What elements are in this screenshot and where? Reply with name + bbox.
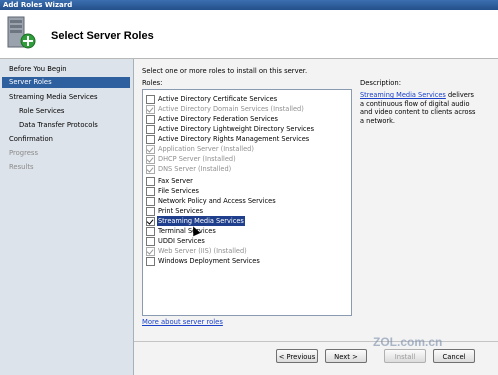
page-title: Select Server Roles: [51, 30, 154, 42]
description-link[interactable]: Streaming Media Services: [360, 91, 446, 99]
role-checkbox: [146, 105, 155, 114]
cancel-button[interactable]: Cancel: [433, 349, 475, 363]
role-checkbox[interactable]: [146, 95, 155, 104]
description-label: Description:: [360, 79, 402, 87]
roles-list[interactable]: Active Directory Certificate Services Ac…: [142, 89, 352, 316]
wizard-banner: Select Server Roles: [0, 10, 498, 59]
nav-item-streaming-media-services[interactable]: Streaming Media Services: [9, 92, 98, 103]
install-button: Install: [384, 349, 426, 363]
role-checkbox[interactable]: [146, 177, 155, 186]
role-checkbox[interactable]: [146, 217, 155, 226]
description-text: Streaming Media Services delivers a cont…: [360, 91, 480, 125]
wizard-nav: Before You Begin Server Roles Streaming …: [0, 59, 134, 375]
instruction-text: Select one or more roles to install on t…: [142, 67, 308, 75]
nav-item-confirmation[interactable]: Confirmation: [9, 134, 53, 145]
nav-item-results: Results: [9, 163, 34, 171]
nav-item-server-roles[interactable]: Server Roles: [2, 77, 130, 88]
watermark: ZOL.com.cn: [373, 335, 443, 349]
role-checkbox: [146, 165, 155, 174]
role-checkbox[interactable]: [146, 227, 155, 236]
role-checkbox[interactable]: [146, 207, 155, 216]
role-checkbox: [146, 155, 155, 164]
roles-label: Roles:: [142, 79, 163, 87]
next-button[interactable]: Next >: [325, 349, 367, 363]
role-checkbox: [146, 247, 155, 256]
role-checkbox[interactable]: [146, 237, 155, 246]
wizard-content: Select one or more roles to install on t…: [134, 59, 498, 375]
role-checkbox[interactable]: [146, 197, 155, 206]
role-checkbox[interactable]: [146, 135, 155, 144]
role-checkbox[interactable]: [146, 257, 155, 266]
previous-button[interactable]: < Previous: [276, 349, 318, 363]
nav-item-role-services[interactable]: Role Services: [19, 106, 64, 117]
footer-separator: [134, 341, 498, 342]
role-checkbox: [146, 145, 155, 154]
more-about-server-roles-link[interactable]: More about server roles: [142, 318, 223, 326]
nav-item-data-transfer-protocols[interactable]: Data Transfer Protocols: [19, 120, 98, 131]
nav-item-progress: Progress: [9, 149, 39, 157]
window-title: Add Roles Wizard: [3, 1, 73, 9]
server-add-icon: [7, 16, 36, 49]
nav-item-before-you-begin[interactable]: Before You Begin: [9, 64, 67, 75]
role-checkbox[interactable]: [146, 187, 155, 196]
role-checkbox[interactable]: [146, 125, 155, 134]
window-titlebar: Add Roles Wizard: [0, 0, 498, 10]
role-checkbox[interactable]: [146, 115, 155, 124]
